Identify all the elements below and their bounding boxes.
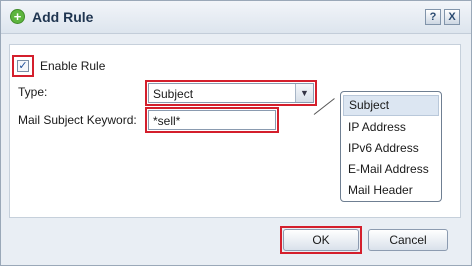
dropdown-option-ip-address[interactable]: IP Address [343,117,439,138]
dropdown-option-ipv6-address[interactable]: IPv6 Address [343,138,439,159]
type-select[interactable]: Subject ▼ [148,83,314,103]
type-dropdown-list: Subject IP Address IPv6 Address E-Mail A… [340,91,442,202]
ok-button[interactable]: OK [283,229,359,251]
help-button[interactable]: ? [425,9,441,25]
enable-rule-label: Enable Rule [40,59,106,73]
dropdown-option-email-address[interactable]: E-Mail Address [343,159,439,180]
dialog-title: Add Rule [32,9,94,25]
add-icon: + [10,9,25,24]
close-button[interactable]: X [444,9,460,25]
dropdown-option-mail-header[interactable]: Mail Header [343,180,439,201]
type-select-value: Subject [153,87,194,101]
keyword-label: Mail Subject Keyword: [18,113,137,127]
dropdown-option-subject[interactable]: Subject [343,95,439,116]
chevron-down-icon[interactable]: ▼ [295,84,313,102]
dialog-titlebar[interactable]: + Add Rule ? X [1,1,471,34]
type-label: Type: [18,85,48,99]
enable-rule-checkbox[interactable]: ✓ [17,60,29,72]
keyword-input[interactable]: *sell* [148,110,276,130]
keyword-input-value: *sell* [153,114,181,128]
cancel-button[interactable]: Cancel [368,229,448,251]
